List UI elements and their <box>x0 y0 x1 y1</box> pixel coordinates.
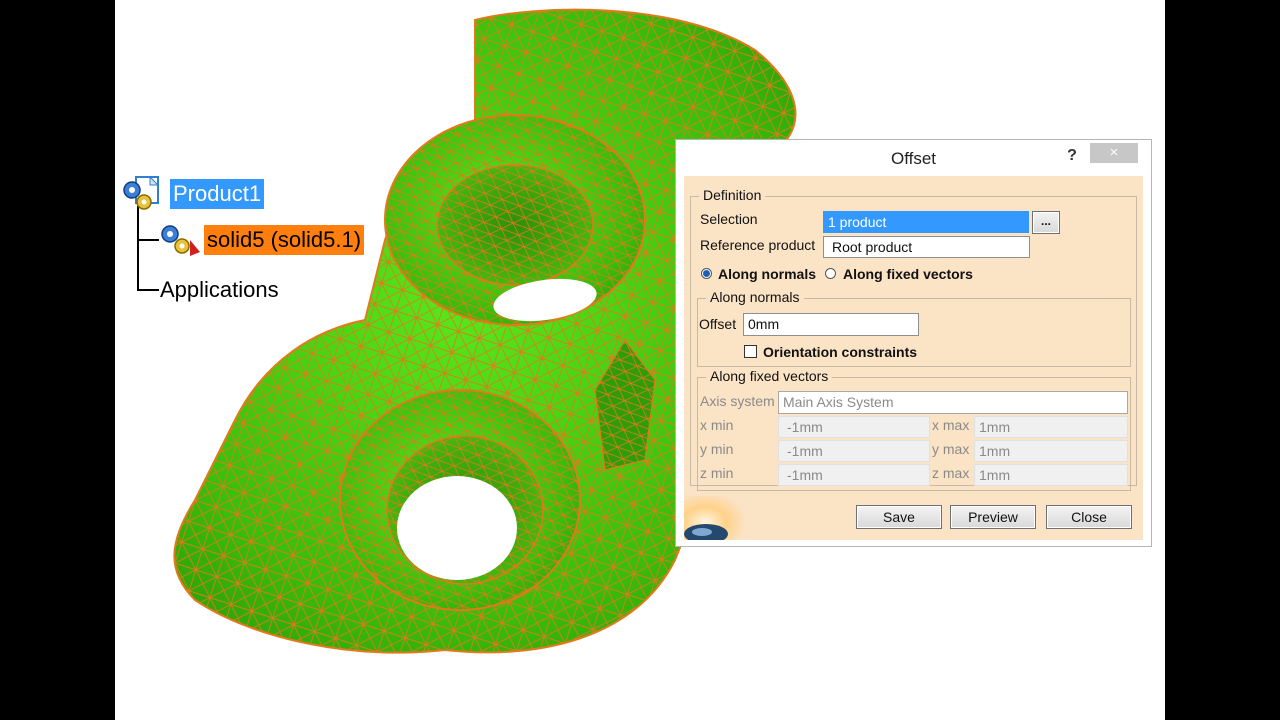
mesh-lower-boss <box>339 389 581 611</box>
tree-connector <box>137 289 159 291</box>
along-normals-legend: Along normals <box>706 289 804 305</box>
mesh-upper-boss <box>384 114 646 326</box>
y-min-label: y min <box>700 441 734 457</box>
x-max-field: 1mm <box>974 416 1128 438</box>
product-assembly-icon <box>123 176 160 210</box>
tree-node-applications[interactable]: Applications <box>157 275 282 305</box>
tree-node-solid5[interactable]: solid5 (solid5.1) <box>160 222 365 258</box>
along-fixed-vectors-legend: Along fixed vectors <box>706 368 833 384</box>
along-fixed-vectors-radio-label[interactable]: Along fixed vectors <box>843 266 973 282</box>
offset-label: Offset <box>699 316 737 332</box>
along-fixed-vectors-radio[interactable] <box>825 268 836 279</box>
preview-button[interactable]: Preview <box>950 505 1036 529</box>
y-max-label: y max <box>932 441 970 457</box>
y-min-field: -1mm <box>778 440 930 462</box>
dialog-titlebar[interactable]: Offset ? × <box>676 140 1151 176</box>
tree-node-product1[interactable]: Product1 <box>122 176 265 212</box>
offset-field[interactable]: 0mm <box>743 313 919 336</box>
y-max-field: 1mm <box>974 440 1128 462</box>
z-max-label: z max <box>932 465 970 481</box>
orientation-constraints-checkbox[interactable] <box>744 345 757 358</box>
catia-logo-icon <box>684 496 744 540</box>
x-min-field: -1mm <box>778 416 930 438</box>
offset-dialog: Offset ? × Definition Selection 1 produc… <box>675 139 1152 547</box>
tree-connector <box>137 206 139 290</box>
browse-button[interactable]: ... <box>1032 211 1060 234</box>
save-button[interactable]: Save <box>856 505 942 529</box>
tree-label-solid5[interactable]: solid5 (solid5.1) <box>204 225 365 255</box>
along-normals-radio-label[interactable]: Along normals <box>718 266 816 282</box>
reference-product-label: Reference product <box>700 237 816 253</box>
tree-label-product1[interactable]: Product1 <box>170 179 265 209</box>
x-min-label: x min <box>700 417 734 433</box>
axis-system-label: Axis system <box>700 393 775 409</box>
definition-legend: Definition <box>699 187 766 203</box>
tree-connector <box>137 239 159 241</box>
selection-field[interactable]: 1 product <box>823 211 1029 233</box>
axis-system-field: Main Axis System <box>778 391 1128 414</box>
z-max-field: 1mm <box>974 464 1128 486</box>
close-window-button[interactable]: × <box>1090 143 1138 163</box>
reference-product-field[interactable]: Root product <box>823 236 1030 258</box>
dialog-body: Definition Selection 1 product ... Refer… <box>684 176 1143 540</box>
z-min-label: z min <box>700 465 734 481</box>
along-normals-radio[interactable] <box>701 268 712 279</box>
part-gears-icon <box>161 225 200 256</box>
z-min-field: -1mm <box>778 464 930 486</box>
help-button[interactable]: ? <box>1062 146 1082 166</box>
orientation-constraints-label[interactable]: Orientation constraints <box>763 344 917 360</box>
x-max-label: x max <box>932 417 970 433</box>
selection-label: Selection <box>700 211 758 227</box>
close-button[interactable]: Close <box>1046 505 1132 529</box>
tree-label-applications[interactable]: Applications <box>157 275 282 305</box>
